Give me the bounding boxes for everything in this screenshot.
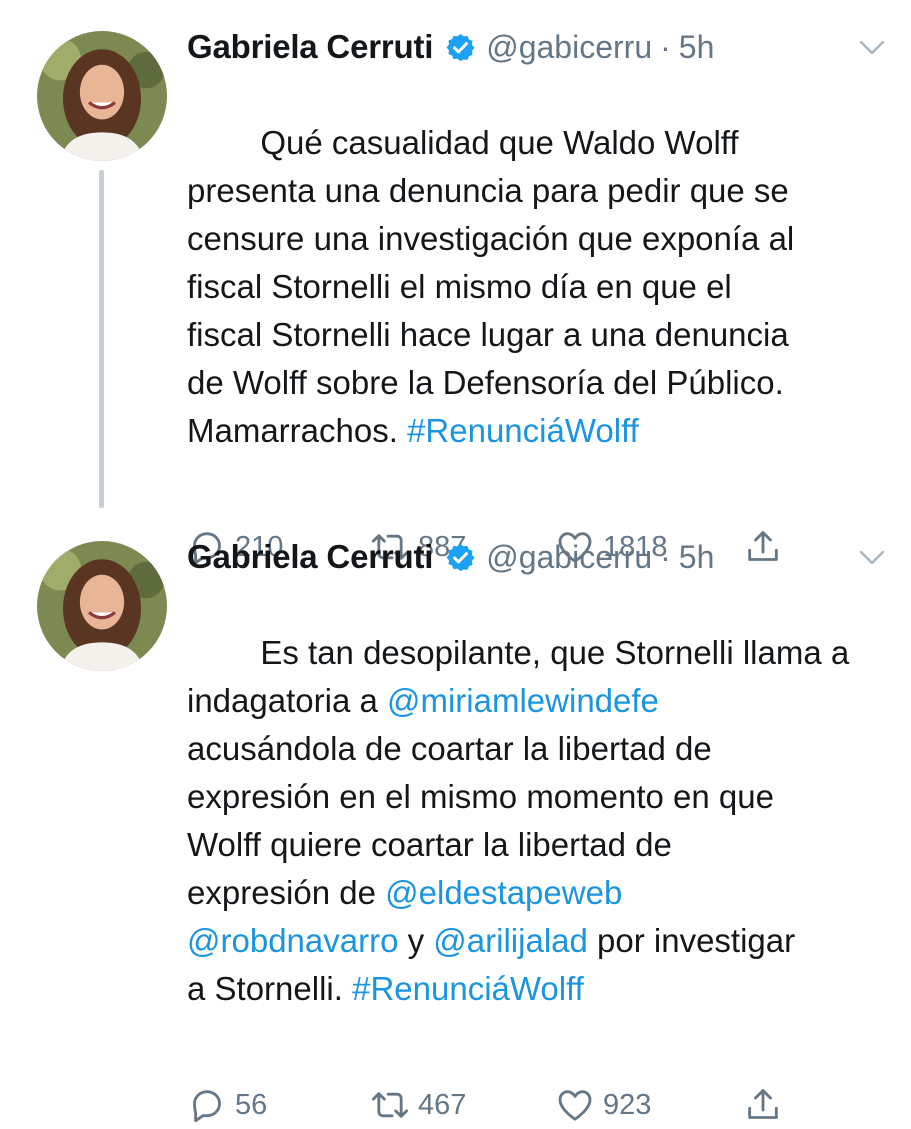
retweet-count: 467 (418, 1088, 467, 1121)
tweet-content: Gabriela Cerruti @gabicerru · 5h Qué cas… (187, 23, 899, 571)
mention-link[interactable]: @eldestapeweb (385, 874, 622, 911)
mention-link[interactable]: @arilijalad (433, 922, 588, 959)
thread-line (99, 170, 104, 508)
author-handle[interactable]: @gabicerru (486, 539, 652, 576)
tweet-header: Gabriela Cerruti @gabicerru · 5h (187, 23, 899, 71)
avatar-photo (37, 31, 167, 161)
like-count: 923 (603, 1088, 652, 1121)
text-segment: y (398, 922, 434, 959)
tweet-thread: Gabriela Cerruti @gabicerru · 5h Qué cas… (0, 0, 911, 1123)
header-separator: · (660, 28, 671, 65)
text-segment: Qué casualidad que Waldo Wolff presenta … (187, 124, 795, 449)
tweet[interactable]: Gabriela Cerruti @gabicerru · 5h Es tan … (0, 510, 911, 1123)
tweet-header: Gabriela Cerruti @gabicerru · 5h (187, 533, 899, 581)
mention-link[interactable]: @miriamlewindefe (387, 682, 659, 719)
like-button[interactable]: 923 (555, 1085, 743, 1125)
header-separator: · (660, 538, 671, 575)
tweet[interactable]: Gabriela Cerruti @gabicerru · 5h Qué cas… (0, 0, 911, 565)
tweet-actions: 56 467 923 (187, 1081, 899, 1129)
author-name[interactable]: Gabriela Cerruti (187, 538, 433, 576)
reply-button[interactable]: 56 (187, 1085, 370, 1125)
heart-icon (558, 1090, 592, 1121)
tweet-time[interactable]: 5h (679, 539, 715, 576)
hashtag-link[interactable]: #RenunciáWolff (407, 412, 639, 449)
tweet-text: Qué casualidad que Waldo Wolff presenta … (187, 71, 899, 503)
tweet-content: Gabriela Cerruti @gabicerru · 5h Es tan … (187, 533, 899, 1129)
avatar[interactable] (37, 31, 167, 161)
mention-link[interactable]: @robdnavarro (187, 922, 398, 959)
share-icon (748, 1089, 778, 1119)
hashtag-link[interactable]: #RenunciáWolff (352, 970, 584, 1007)
chevron-down-icon[interactable] (857, 545, 887, 569)
reply-count: 56 (235, 1088, 268, 1121)
avatar-photo (37, 541, 167, 671)
retweet-button[interactable]: 467 (370, 1085, 555, 1125)
verified-badge-icon (446, 543, 475, 571)
chevron-down-icon[interactable] (857, 35, 887, 59)
author-handle[interactable]: @gabicerru (486, 29, 652, 66)
author-name[interactable]: Gabriela Cerruti (187, 28, 433, 66)
verified-badge-icon (446, 33, 475, 61)
tweet-time[interactable]: 5h (679, 29, 715, 66)
reply-icon (193, 1090, 221, 1123)
tweet-text: Es tan desopilante, que Stornelli llama … (187, 581, 899, 1061)
avatar[interactable] (37, 541, 167, 671)
retweet-icon (371, 1092, 409, 1118)
share-button[interactable] (743, 1085, 783, 1125)
